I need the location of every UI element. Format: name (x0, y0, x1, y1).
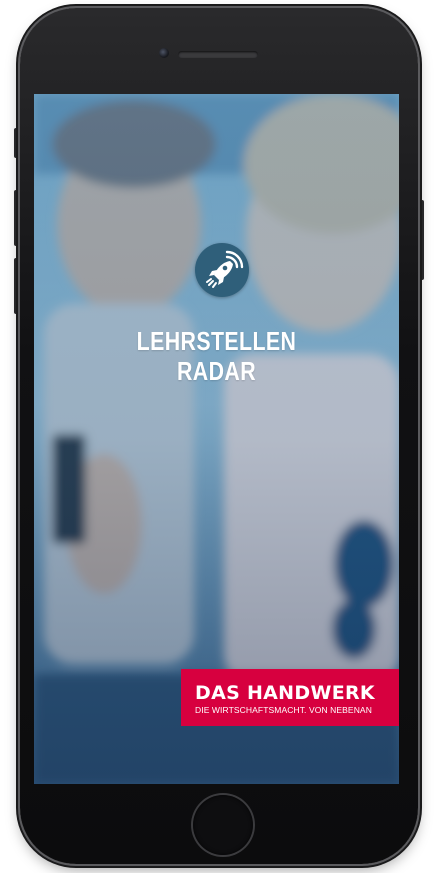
front-camera (159, 48, 169, 58)
home-button[interactable] (193, 795, 253, 855)
app-title-line-1: LEHRSTELLEN (136, 326, 297, 356)
device-mockup: LEHRSTELLEN RADAR DAS HANDWERK DIE WIRTS… (0, 0, 434, 873)
splash-screen: LEHRSTELLEN RADAR DAS HANDWERK DIE WIRTS… (34, 94, 399, 784)
earpiece-speaker (178, 51, 258, 58)
app-title-line-2: RADAR (176, 356, 257, 386)
brand-logo: DAS HANDWERK DIE WIRTSCHAFTSMACHT. VON N… (181, 669, 399, 726)
brand-name: DAS HANDWERK (195, 682, 375, 704)
brand-tagline: DIE WIRTSCHAFTSMACHT. VON NEBENAN (195, 705, 372, 715)
rocket-radar-icon (195, 243, 249, 297)
power-button (418, 200, 424, 280)
